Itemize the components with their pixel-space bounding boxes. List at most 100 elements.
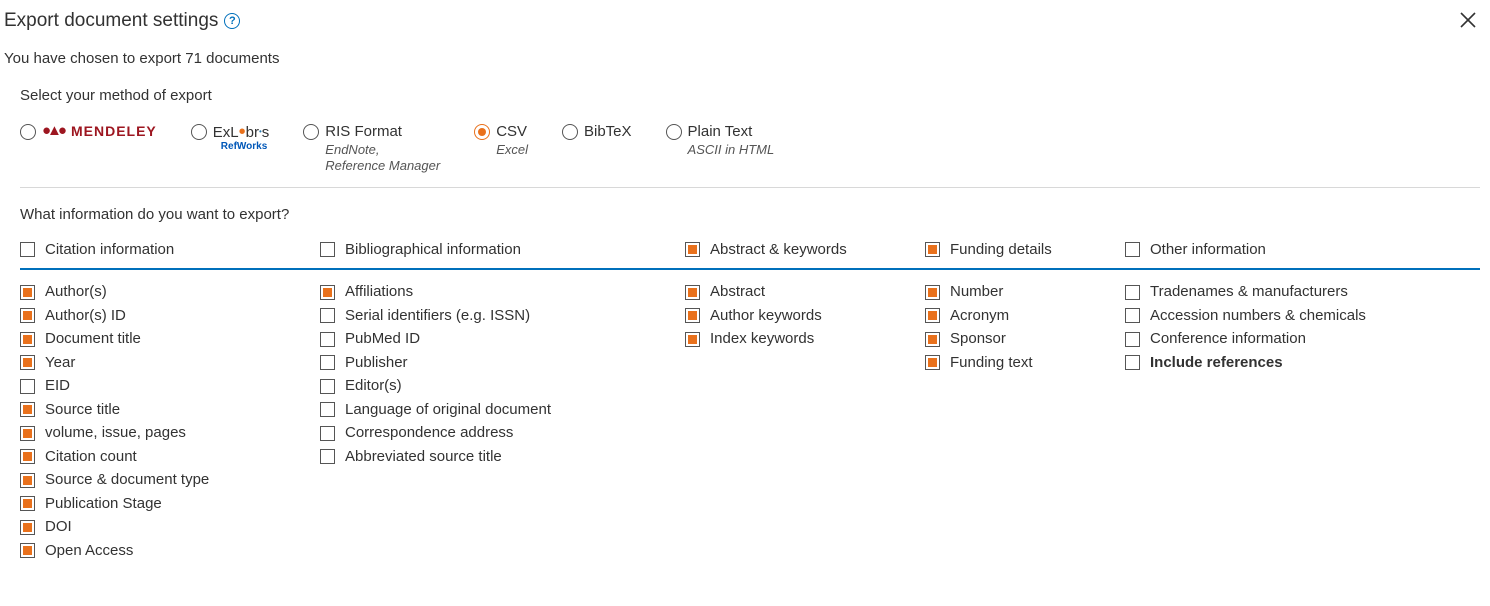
- checkbox[interactable]: [20, 285, 35, 300]
- radio-button[interactable]: [474, 124, 490, 140]
- checkbox-row[interactable]: DOI: [20, 517, 320, 537]
- checkbox-row[interactable]: Author(s) ID: [20, 306, 320, 326]
- checkbox-other-header[interactable]: [1125, 242, 1140, 257]
- checkbox-funding-header[interactable]: [925, 242, 940, 257]
- checkbox[interactable]: [925, 332, 940, 347]
- checkbox-abstract-header[interactable]: [685, 242, 700, 257]
- checkbox-label: Author(s) ID: [45, 306, 126, 326]
- radio-button[interactable]: [666, 124, 682, 140]
- checkbox[interactable]: [20, 449, 35, 464]
- checkbox-row[interactable]: Publication Stage: [20, 494, 320, 514]
- checkbox[interactable]: [20, 355, 35, 370]
- checkbox-row[interactable]: Correspondence address: [320, 423, 685, 443]
- checkbox[interactable]: [1125, 285, 1140, 300]
- checkbox-biblio-header[interactable]: [320, 242, 335, 257]
- items-biblio: Affiliations Serial identifiers (e.g. ISS…: [320, 282, 685, 470]
- checkbox-row[interactable]: Year: [20, 353, 320, 373]
- checkbox-row[interactable]: Serial identifiers (e.g. ISSN): [320, 306, 685, 326]
- exlibris-logo: ExL•br•s RefWorks: [213, 122, 270, 152]
- checkbox[interactable]: [685, 308, 700, 323]
- checkbox-row[interactable]: Funding text: [925, 353, 1125, 373]
- checkbox-row[interactable]: Abbreviated source title: [320, 447, 685, 467]
- checkbox[interactable]: [320, 285, 335, 300]
- radio-button[interactable]: [20, 124, 36, 140]
- radio-exlibris[interactable]: ExL•br•s RefWorks: [191, 122, 270, 152]
- checkbox[interactable]: [20, 379, 35, 394]
- checkbox-row[interactable]: Conference information: [1125, 329, 1480, 349]
- checkbox-row[interactable]: Citation count: [20, 447, 320, 467]
- checkbox-row[interactable]: PubMed ID: [320, 329, 685, 349]
- checkbox-row[interactable]: Open Access: [20, 541, 320, 561]
- checkbox-label: Number: [950, 282, 1003, 302]
- checkbox-row[interactable]: EID: [20, 376, 320, 396]
- checkbox-label: Sponsor: [950, 329, 1006, 349]
- radio-sublabel: ASCII in HTML: [688, 142, 775, 159]
- checkbox[interactable]: [320, 332, 335, 347]
- checkbox[interactable]: [320, 426, 335, 441]
- checkbox[interactable]: [685, 285, 700, 300]
- checkbox-row[interactable]: Source & document type: [20, 470, 320, 490]
- radio-csv[interactable]: CSV Excel: [474, 122, 528, 158]
- checkbox[interactable]: [925, 285, 940, 300]
- checkbox-row[interactable]: Document title: [20, 329, 320, 349]
- checkbox-row[interactable]: Source title: [20, 400, 320, 420]
- radio-button[interactable]: [303, 124, 319, 140]
- checkbox[interactable]: [1125, 355, 1140, 370]
- checkbox[interactable]: [20, 543, 35, 558]
- checkbox[interactable]: [320, 402, 335, 417]
- checkbox-row[interactable]: Index keywords: [685, 329, 925, 349]
- radio-button[interactable]: [191, 124, 207, 140]
- radio-ris[interactable]: RIS Format EndNote, Reference Manager: [303, 122, 440, 175]
- checkbox-row[interactable]: Author(s): [20, 282, 320, 302]
- checkbox-row[interactable]: Editor(s): [320, 376, 685, 396]
- radio-plaintext[interactable]: Plain Text ASCII in HTML: [666, 122, 775, 158]
- checkbox[interactable]: [20, 402, 35, 417]
- checkbox-label: Source title: [45, 400, 120, 420]
- checkbox-row[interactable]: Abstract: [685, 282, 925, 302]
- checkbox[interactable]: [320, 449, 335, 464]
- checkbox-label: Author(s): [45, 282, 107, 302]
- help-icon[interactable]: ?: [224, 13, 240, 29]
- checkbox[interactable]: [20, 332, 35, 347]
- radio-sublabel: Excel: [496, 142, 528, 159]
- checkbox-row[interactable]: Tradenames & manufacturers: [1125, 282, 1480, 302]
- checkbox[interactable]: [20, 308, 35, 323]
- export-method-label: Select your method of export: [20, 87, 1480, 104]
- title-text: Export document settings: [4, 10, 218, 32]
- checkbox-row[interactable]: Sponsor: [925, 329, 1125, 349]
- checkbox[interactable]: [20, 426, 35, 441]
- column-items: Author(s)Author(s) IDDocument titleYearE…: [20, 282, 1480, 564]
- radio-button[interactable]: [562, 124, 578, 140]
- radio-mendeley[interactable]: ●▲● MENDELEY: [20, 122, 157, 140]
- checkbox[interactable]: [1125, 332, 1140, 347]
- checkbox-row[interactable]: volume, issue, pages: [20, 423, 320, 443]
- checkbox[interactable]: [320, 308, 335, 323]
- checkbox-row[interactable]: Include references: [1125, 353, 1480, 373]
- checkbox-row[interactable]: Publisher: [320, 353, 685, 373]
- checkbox[interactable]: [20, 520, 35, 535]
- checkbox[interactable]: [925, 355, 940, 370]
- checkbox-label: Publisher: [345, 353, 408, 373]
- column-header-label: Citation information: [45, 241, 174, 258]
- checkbox[interactable]: [925, 308, 940, 323]
- checkbox[interactable]: [20, 496, 35, 511]
- checkbox-label: volume, issue, pages: [45, 423, 186, 443]
- checkbox-row[interactable]: Number: [925, 282, 1125, 302]
- radio-label: CSV: [496, 122, 528, 142]
- close-icon[interactable]: [1458, 10, 1478, 30]
- radio-bibtex[interactable]: BibTeX: [562, 122, 632, 142]
- checkbox[interactable]: [685, 332, 700, 347]
- checkbox[interactable]: [1125, 308, 1140, 323]
- checkbox[interactable]: [320, 379, 335, 394]
- checkbox-row[interactable]: Accession numbers & chemicals: [1125, 306, 1480, 326]
- checkbox-label: Serial identifiers (e.g. ISSN): [345, 306, 530, 326]
- checkbox-label: Abbreviated source title: [345, 447, 502, 467]
- checkbox-row[interactable]: Author keywords: [685, 306, 925, 326]
- checkbox[interactable]: [320, 355, 335, 370]
- checkbox-row[interactable]: Acronym: [925, 306, 1125, 326]
- checkbox[interactable]: [20, 473, 35, 488]
- checkbox-row[interactable]: Affiliations: [320, 282, 685, 302]
- checkbox-row[interactable]: Language of original document: [320, 400, 685, 420]
- checkbox-label: Author keywords: [710, 306, 822, 326]
- checkbox-citation-header[interactable]: [20, 242, 35, 257]
